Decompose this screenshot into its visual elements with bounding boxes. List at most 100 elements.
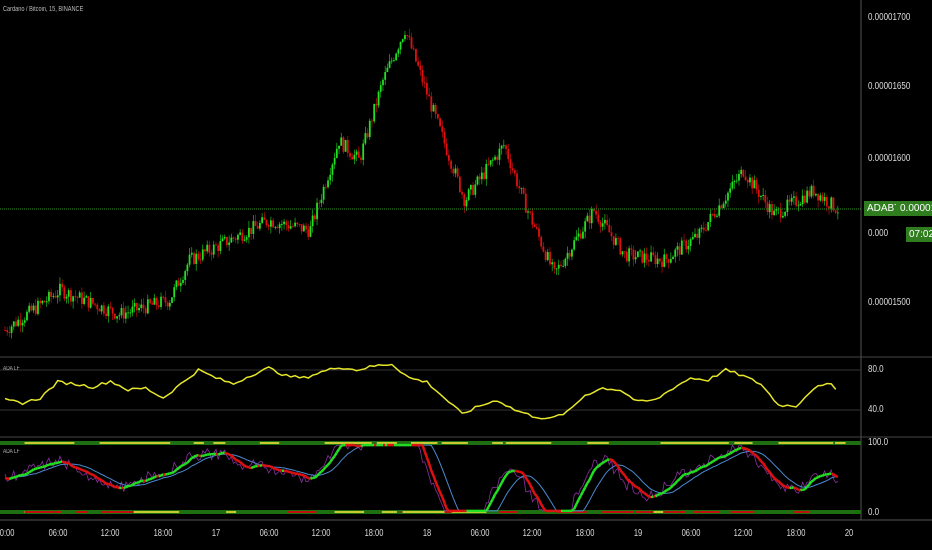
- oscillator-2-fast-segment: [738, 446, 742, 450]
- oscillator-2-fast-segment: [55, 461, 59, 465]
- oscillator-2-fast-segment: [432, 475, 437, 483]
- candle-body: [707, 222, 710, 231]
- candle-body: [625, 251, 628, 262]
- candle-body: [393, 60, 395, 61]
- signal-segment: [148, 442, 171, 444]
- candle-body: [538, 228, 540, 237]
- oscillator-2-fast-segment: [614, 463, 620, 468]
- oscillator-2-fast-segment: [500, 478, 505, 484]
- candle-body: [397, 49, 400, 54]
- candle-body: [8, 332, 11, 333]
- candle-body: [324, 186, 327, 188]
- candle-body: [746, 180, 749, 183]
- oscillator-2-fast-segment: [243, 464, 248, 468]
- candle-body: [155, 297, 158, 306]
- candle-body: [373, 103, 376, 122]
- candle-body: [368, 120, 371, 138]
- candle-body: [197, 253, 200, 260]
- candle-body: [309, 226, 312, 237]
- oscillator-2-fast-segment: [153, 475, 158, 479]
- candle-body: [652, 252, 655, 256]
- chart-canvas[interactable]: [0, 0, 932, 550]
- candle-body: [355, 151, 358, 155]
- candle-body: [261, 217, 264, 223]
- oscillator-2-fast-segment: [441, 496, 446, 504]
- candle-body: [779, 208, 782, 218]
- oscillator-2-fast-segment: [314, 474, 318, 479]
- oscillator-2-fast-segment: [279, 468, 283, 472]
- oscillator-2-fast-segment: [274, 467, 278, 471]
- candle-body: [349, 153, 351, 157]
- candle-body: [329, 174, 332, 181]
- time-tick-label: 18:00: [575, 528, 595, 539]
- indicator-1-axis-label: 80.0: [868, 364, 884, 375]
- oscillator-2-fast-segment: [61, 460, 65, 464]
- oscillator-2-fast-segment: [542, 507, 547, 512]
- oscillator-2-fast-segment: [436, 486, 442, 494]
- candle-body: [72, 296, 75, 302]
- signal-segment: [346, 442, 359, 444]
- candle-body: [529, 211, 532, 213]
- time-tick-label: 06:00: [470, 528, 490, 539]
- candle-body: [26, 311, 28, 321]
- oscillator-2-fast-segment: [643, 492, 648, 496]
- candle-body: [208, 244, 211, 253]
- oscillator-2-fast-segment: [182, 462, 186, 467]
- candle-body: [562, 265, 565, 267]
- candle-body: [672, 256, 674, 260]
- last-price-tag: 0.00001566: [896, 201, 932, 216]
- candle-body: [593, 209, 595, 211]
- oscillator-2-fast-segment: [595, 465, 600, 469]
- oscillator-2-fast-segment: [498, 482, 503, 488]
- oscillator-2-fast-segment: [623, 474, 628, 480]
- candle-body: [654, 255, 657, 265]
- oscillator-2-fast-segment: [667, 486, 672, 491]
- oscillator-2-fast-segment: [630, 481, 635, 486]
- oscillator-2-fast-segment: [692, 470, 696, 474]
- oscillator-2-fast-segment: [77, 466, 81, 471]
- oscillator-2-fast-segment: [123, 485, 127, 490]
- candle-body: [164, 297, 167, 303]
- candle-body: [52, 295, 55, 297]
- oscillator-2-fast-segment: [177, 465, 182, 469]
- candle-body: [821, 195, 824, 201]
- candle-body: [190, 252, 193, 255]
- signal-segment: [381, 511, 397, 513]
- signal-segment: [288, 511, 317, 513]
- oscillator-2-fast-segment: [648, 495, 652, 499]
- candle-body: [735, 180, 738, 182]
- candle-body: [527, 211, 529, 213]
- candle-body: [127, 312, 129, 314]
- oscillator-2-fast-segment: [604, 459, 608, 463]
- oscillator-2-fast-segment: [340, 443, 344, 447]
- candle-body: [744, 176, 747, 181]
- signal-segment: [734, 442, 753, 444]
- candle-body: [478, 176, 481, 180]
- signal-segment: [102, 511, 132, 513]
- candle-body: [195, 253, 198, 264]
- oscillator-2-fast-segment: [96, 476, 101, 481]
- candle-body: [696, 233, 699, 238]
- candle-body: [30, 305, 33, 311]
- candle-body: [267, 225, 270, 227]
- candle-body: [617, 238, 620, 239]
- oscillator-2-fast-segment: [226, 452, 230, 456]
- oscillator-2-fast-segment: [303, 474, 307, 478]
- oscillator-2-fast-segment: [307, 476, 311, 480]
- candle-body: [237, 234, 239, 240]
- oscillator-2-fast-segment: [537, 499, 543, 505]
- candle-body: [412, 48, 415, 50]
- candle-body: [102, 305, 105, 314]
- candle-body: [254, 221, 257, 227]
- candle-body: [32, 305, 35, 311]
- candle-body: [217, 245, 220, 251]
- oscillator-2-fast-segment: [832, 473, 837, 477]
- oscillator-2-fast-segment: [74, 466, 78, 470]
- candle-body: [423, 82, 426, 84]
- candle-body: [133, 303, 136, 307]
- oscillator-2-fast-segment: [507, 470, 511, 474]
- candle-body: [300, 224, 303, 232]
- candle-body: [199, 259, 202, 260]
- candle-body: [65, 296, 68, 299]
- signal-segment: [601, 511, 634, 513]
